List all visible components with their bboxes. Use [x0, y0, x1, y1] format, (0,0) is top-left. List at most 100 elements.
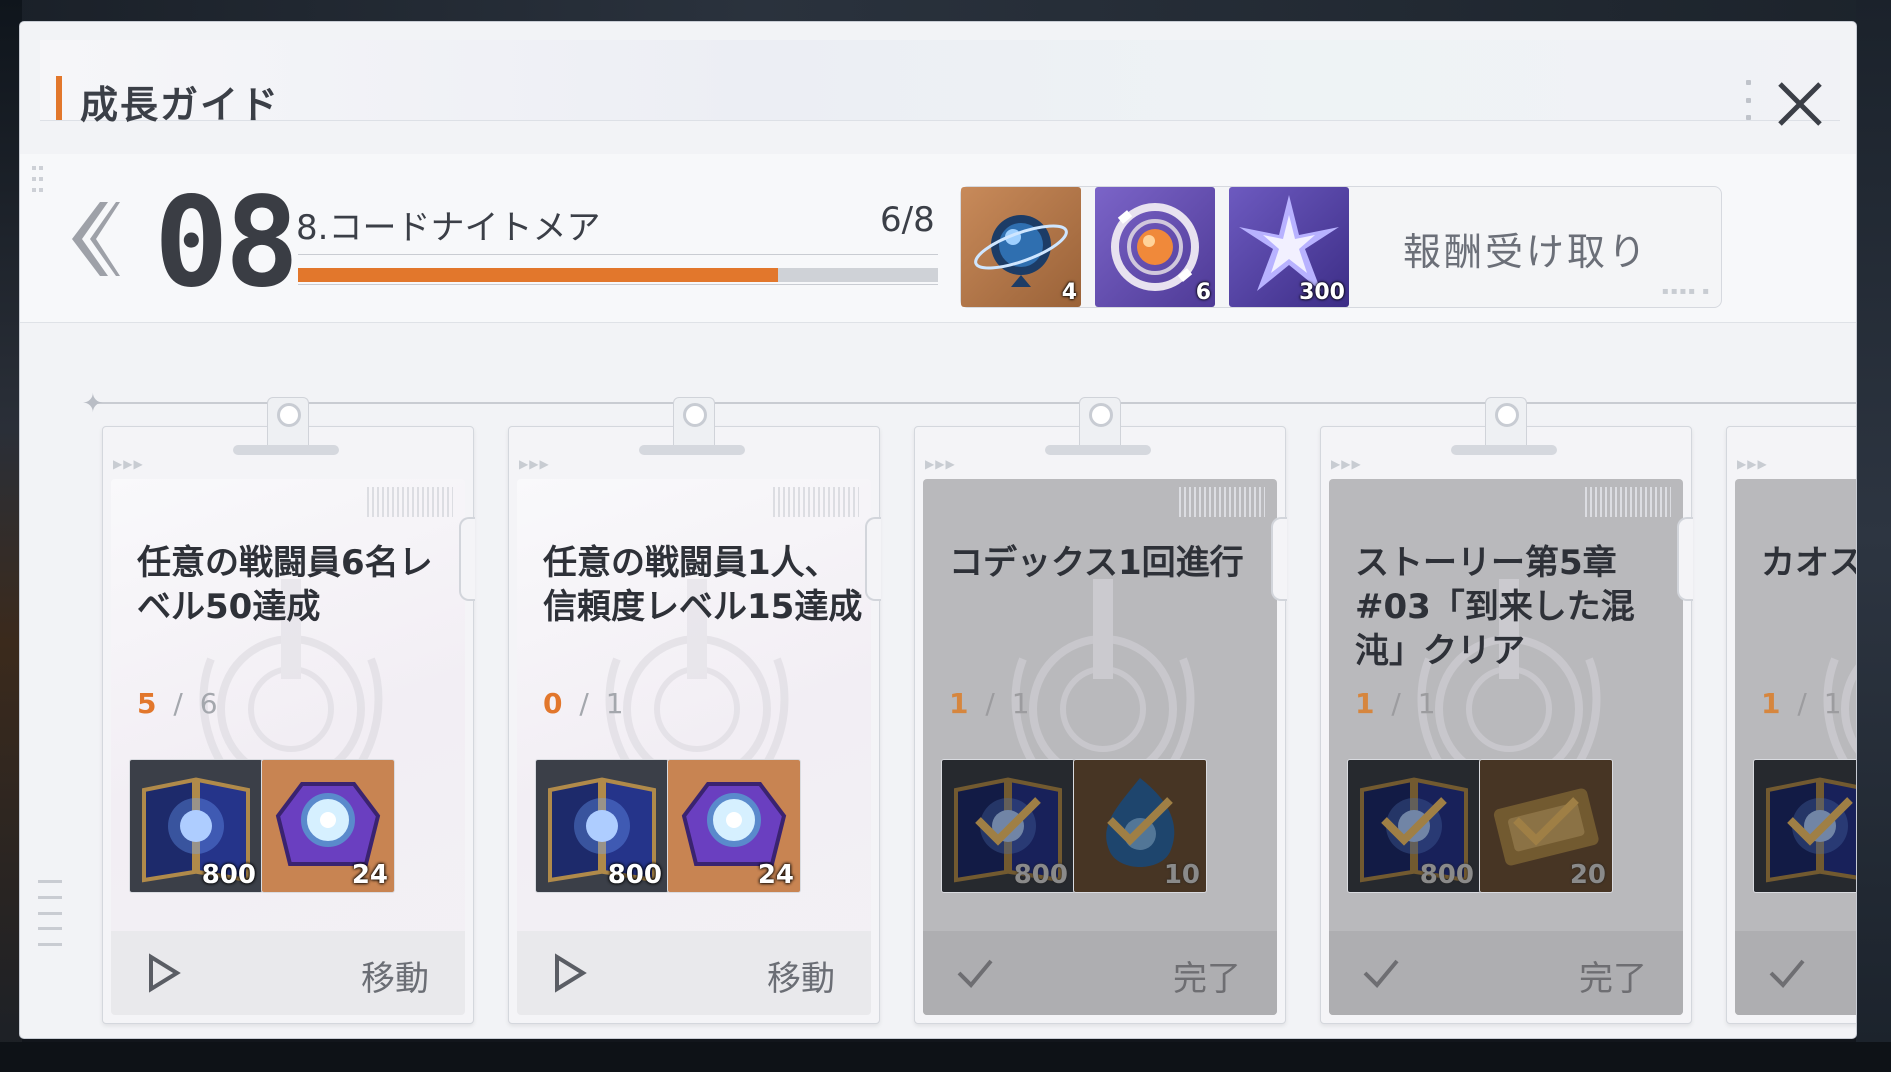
mission-progress-current: 5: [137, 687, 161, 720]
mission-progress-current: 1: [1761, 687, 1785, 720]
panel-title: 成長ガイド: [80, 83, 281, 127]
mission-progress: 1 / 1: [949, 687, 1034, 720]
card-barcode: [1585, 487, 1671, 517]
mission-reward-item[interactable]: 8: [1753, 759, 1856, 893]
mission-title: コデックス1回進行: [949, 543, 1244, 583]
card-slot: [639, 445, 745, 455]
card-face: 任意の戦闘員1人、信頼度レベル15達成 0 / 1 800 24 移動: [517, 479, 871, 1015]
mission-reward-item[interactable]: 24: [667, 759, 801, 893]
reward-quantity: 6: [1195, 280, 1211, 305]
mission-reward-item[interactable]: 20: [1479, 759, 1613, 893]
chapter-reward-item[interactable]: 4: [961, 187, 1081, 307]
mission-reward-item[interactable]: 10: [1073, 759, 1207, 893]
card-face: ストーリー第5章#03「到来した混沌」クリア 1 / 1 800 20 完了: [1329, 479, 1683, 1015]
card-side-notch: [865, 517, 881, 601]
background-left: [0, 0, 22, 1072]
card-pin-dot: [277, 403, 301, 427]
mission-reward-quantity: 800: [201, 860, 256, 890]
claim-reward-label: 報酬受け取り: [1403, 230, 1650, 274]
chevron-left-icon: [72, 202, 120, 276]
timeline-star-icon: ✦: [82, 389, 104, 419]
card-side-notch: [1677, 517, 1693, 601]
mission-reward-quantity: 20: [1569, 860, 1606, 890]
chapter-progress-count: 6/8: [880, 200, 935, 240]
mission-progress-total: / 1: [1784, 687, 1846, 720]
close-icon: [1778, 82, 1822, 126]
claim-reward-button[interactable]: 4 6 300 報酬受け取り ▪▪▪▪ ▪: [960, 186, 1722, 308]
mission-action-label: 完了: [1173, 959, 1241, 999]
mission-card[interactable]: ▶▶▶ 任意の戦闘員6名レベル50達成 5 / 6 800 24 移動: [102, 397, 475, 1024]
play-icon: [149, 953, 181, 993]
mission-progress-total: / 1: [566, 687, 628, 720]
card-face: 任意の戦闘員6名レベル50達成 5 / 6 800 24 移動: [111, 479, 465, 1015]
chapter-progress-fill: [298, 268, 778, 282]
card-pin-dot: [1495, 403, 1519, 427]
mission-progress-total: / 1: [1378, 687, 1440, 720]
reward-quantity: 4: [1061, 280, 1077, 305]
mission-card[interactable]: ▶▶▶ カオス到来し査レベ 1 / 1 8: [1726, 426, 1856, 1024]
reward-quantity: 300: [1299, 280, 1345, 305]
chapter-number: 08: [154, 171, 299, 315]
card-barcode: [367, 487, 453, 517]
card-arrows-decoration: ▶▶▶: [1737, 457, 1768, 471]
mission-progress-total: / 1: [972, 687, 1034, 720]
chapter-reward-item[interactable]: 6: [1095, 187, 1215, 307]
mission-reward-item[interactable]: 800: [535, 759, 669, 893]
check-icon: [1363, 959, 1399, 988]
mission-progress-total: / 6: [160, 687, 222, 720]
header-grip-dots: [1746, 80, 1752, 120]
close-button[interactable]: [1772, 76, 1828, 132]
chapter-progress-underline: [298, 284, 938, 285]
mission-reward-item[interactable]: 24: [261, 759, 395, 893]
left-edge-decoration: [38, 880, 62, 946]
panel-header: [40, 40, 1840, 121]
mission-reward-quantity: 800: [1013, 860, 1068, 890]
mission-action-label: 完了: [1579, 959, 1647, 999]
mission-completed-bar: 完了: [923, 931, 1277, 1015]
card-slot: [233, 445, 339, 455]
mission-title: ストーリー第5章#03「到来した混沌」クリア: [1355, 543, 1635, 671]
mission-card[interactable]: ▶▶▶ 任意の戦闘員1人、信頼度レベル15達成 0 / 1 800 24 移動: [508, 397, 881, 1024]
card-arrows-decoration: ▶▶▶: [1331, 457, 1362, 471]
mission-progress-current: 0: [543, 687, 567, 720]
mission-card[interactable]: ▶▶▶ ストーリー第5章#03「到来した混沌」クリア 1 / 1 800 20 …: [1320, 397, 1693, 1024]
mission-progress-current: 1: [1355, 687, 1379, 720]
mission-reward-item[interactable]: 800: [1347, 759, 1481, 893]
chapter-grip: [32, 166, 43, 196]
background-right: [1856, 0, 1891, 1072]
chapter-name: 8.コードナイトメア: [296, 208, 601, 248]
mission-reward-item[interactable]: 800: [941, 759, 1075, 893]
card-side-notch: [459, 517, 475, 601]
mission-timeline: [90, 402, 1856, 404]
mission-completed-bar: 完了: [1329, 931, 1683, 1015]
mission-progress-current: 1: [949, 687, 973, 720]
mission-progress: 1 / 1: [1761, 687, 1846, 720]
mission-title: 任意の戦闘員1人、信頼度レベル15達成: [543, 543, 863, 627]
chapter-progress-bar: [298, 268, 938, 282]
chapter-divider: [298, 254, 938, 255]
mission-reward-quantity: 10: [1163, 860, 1200, 890]
check-icon: [957, 959, 993, 988]
background-bottom: [0, 1042, 1891, 1072]
mission-go-button[interactable]: 移動: [111, 931, 465, 1015]
mission-progress: 5 / 6: [137, 687, 222, 720]
play-icon: [555, 953, 587, 993]
header-accent-bar: [56, 76, 62, 120]
previous-chapter-button[interactable]: [60, 194, 120, 284]
mission-progress: 1 / 1: [1355, 687, 1440, 720]
mission-card[interactable]: ▶▶▶ コデックス1回進行 1 / 1 800 10 完了: [914, 397, 1287, 1024]
card-barcode: [773, 487, 859, 517]
mission-title: カオス到来し査レベ: [1761, 543, 1856, 583]
check-icon: [1769, 959, 1805, 988]
mission-reward-item[interactable]: 800: [129, 759, 263, 893]
mission-reward-quantity: 800: [607, 860, 662, 890]
card-face: コデックス1回進行 1 / 1 800 10 完了: [923, 479, 1277, 1015]
background-top-strip: [0, 0, 1891, 22]
card-pin-dot: [1089, 403, 1113, 427]
mission-action-label: 移動: [361, 959, 429, 999]
mission-reward-quantity: 24: [351, 860, 388, 890]
mission-go-button[interactable]: 移動: [517, 931, 871, 1015]
growth-guide-panel: 成長ガイド 08 8.コードナイトメア 6/8 4 6 300 報酬受け取り ▪…: [20, 22, 1856, 1038]
chapter-reward-item[interactable]: 300: [1229, 187, 1349, 307]
card-face: カオス到来し査レベ 1 / 1 8: [1735, 479, 1856, 1015]
